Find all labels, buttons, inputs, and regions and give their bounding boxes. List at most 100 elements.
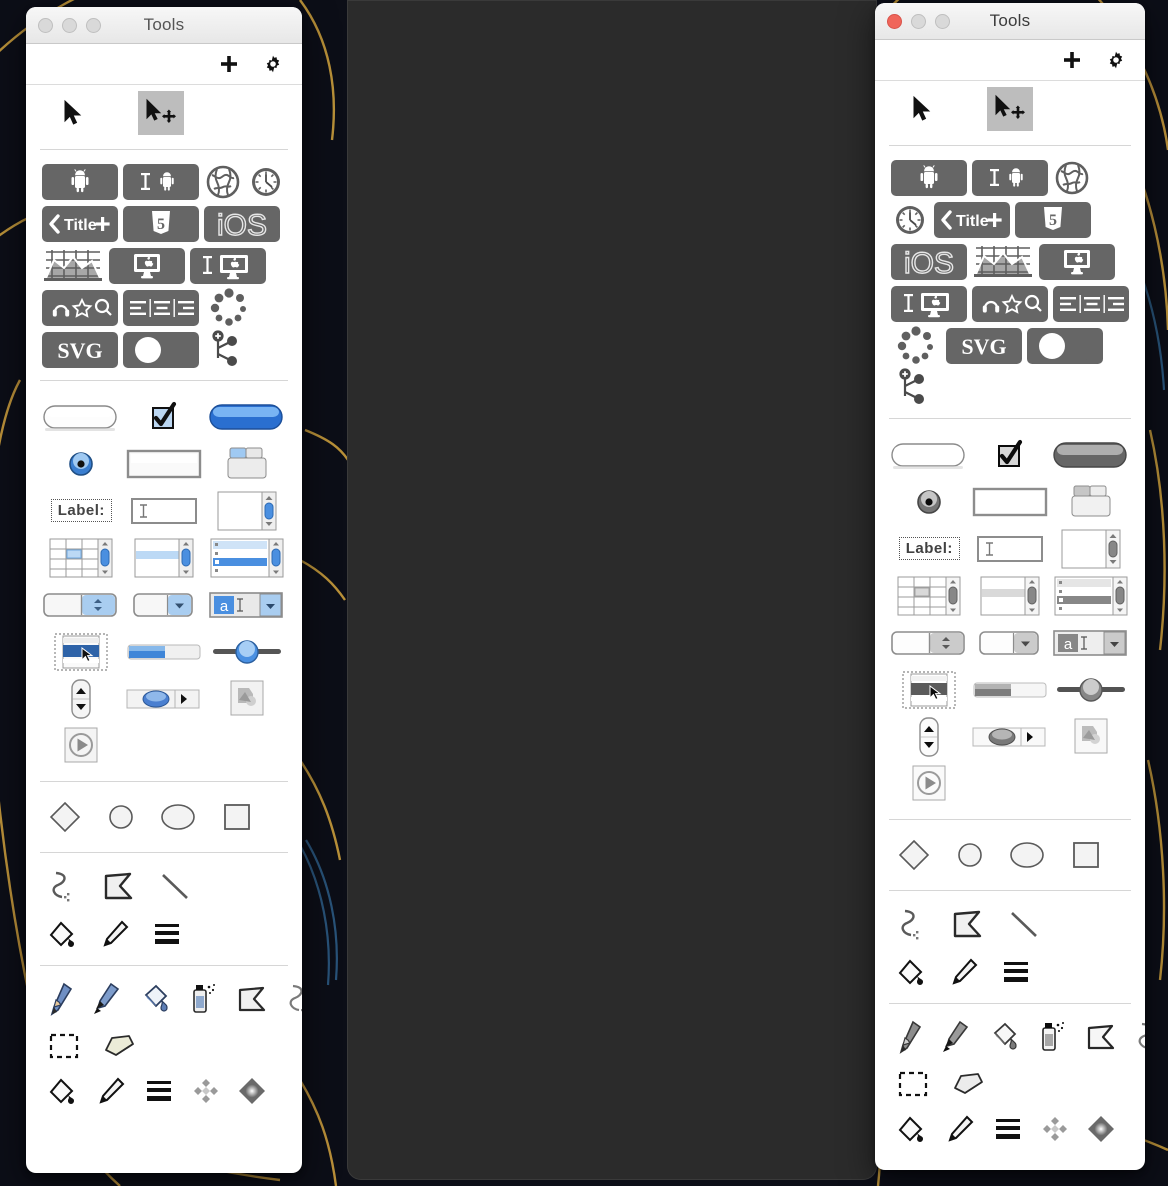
checkbox-widget[interactable] (970, 431, 1051, 478)
push-button-widget[interactable] (40, 393, 123, 440)
bezier-curve-tool[interactable] (897, 907, 927, 941)
fill-color-tool[interactable] (897, 957, 927, 987)
combo-box-widget[interactable]: a (205, 581, 288, 628)
clock-icon[interactable] (891, 202, 929, 238)
table-view-widget[interactable] (889, 572, 970, 619)
default-button-widget[interactable] (1050, 431, 1131, 478)
play-button-widget[interactable] (40, 722, 123, 769)
window-toolbar[interactable] (875, 40, 1145, 81)
svg-icon[interactable]: SVG (42, 332, 118, 368)
bezier-paint-tool[interactable] (1135, 1021, 1145, 1053)
rectangle-shape-tool[interactable] (1071, 840, 1101, 870)
polygon-paint-tool[interactable] (236, 984, 268, 1014)
globe-web-icon[interactable] (204, 164, 242, 200)
tab-view-widget[interactable] (1050, 478, 1131, 525)
titlebar[interactable]: Tools (26, 7, 302, 44)
line-tool[interactable] (1007, 908, 1041, 940)
pencil-tool[interactable] (897, 1020, 923, 1054)
html5-icon[interactable]: 5 (123, 206, 199, 242)
polygon-paint-tool[interactable] (1085, 1022, 1117, 1052)
ios-icon[interactable]: iOS (204, 206, 280, 243)
clock-icon[interactable] (247, 164, 285, 200)
stepper-widget[interactable] (40, 675, 123, 722)
zoom-button[interactable] (86, 17, 101, 33)
close-button[interactable] (887, 13, 902, 29)
list-view-widget[interactable] (123, 534, 206, 581)
paint-bucket-tool[interactable] (138, 983, 170, 1015)
pencil-tool[interactable] (48, 982, 74, 1016)
stroke-color-tool[interactable] (949, 957, 979, 987)
traffic-lights[interactable] (38, 17, 101, 33)
checkbox-widget[interactable] (123, 393, 206, 440)
default-button-widget[interactable] (205, 393, 288, 440)
selection-widget[interactable] (889, 666, 970, 713)
stroke-color-tool[interactable] (945, 1114, 975, 1144)
eraser-tool[interactable] (951, 1070, 987, 1098)
label-widget[interactable]: Label: (40, 487, 123, 534)
window-toolbar[interactable] (26, 44, 302, 85)
group-box-widget[interactable] (970, 478, 1051, 525)
radio-button-widget[interactable] (40, 440, 123, 487)
move-pointer-tool[interactable] (987, 87, 1033, 131)
globe-web-icon[interactable] (1053, 160, 1091, 196)
mac-display-icon[interactable] (109, 248, 185, 284)
traffic-lights[interactable] (887, 13, 950, 29)
marquee-select-tool[interactable] (48, 1032, 80, 1060)
image-well-widget[interactable] (1050, 713, 1131, 760)
mac-display-icon[interactable] (1039, 244, 1115, 280)
ellipse-shape-tool[interactable] (160, 802, 196, 832)
tools-window-right[interactable]: Tools Title 5 iOS SVG Label: a (875, 3, 1145, 1170)
spinner-icon[interactable] (204, 288, 254, 326)
list-view-widget[interactable] (970, 572, 1051, 619)
rectangle-shape-tool[interactable] (222, 802, 252, 832)
chart-icon[interactable] (972, 244, 1034, 280)
text-field-widget[interactable] (123, 487, 206, 534)
toggle-switch-icon[interactable] (1027, 328, 1103, 364)
zoom-button[interactable] (935, 13, 950, 29)
scroll-view-widget[interactable] (205, 487, 288, 534)
circle-shape-tool[interactable] (108, 804, 134, 830)
play-button-widget[interactable] (889, 760, 970, 807)
android-text-field-icon[interactable] (123, 164, 199, 200)
gradient-tool[interactable] (238, 1077, 266, 1105)
progress-bar-widget[interactable] (123, 628, 206, 675)
slider-widget[interactable] (205, 628, 288, 675)
progress-bar-widget[interactable] (970, 666, 1051, 713)
label-widget[interactable]: Label: (889, 525, 970, 572)
slider-widget[interactable] (1050, 666, 1131, 713)
tools-window-left[interactable]: Tools Title 5 iOS SVG Label: a (26, 7, 302, 1173)
selection-widget[interactable] (40, 628, 123, 675)
title-bar-icon[interactable]: Title (42, 206, 118, 242)
stepper-widget[interactable] (889, 713, 970, 760)
arrow-pointer-tool[interactable] (899, 87, 945, 131)
text-field-widget[interactable] (970, 525, 1051, 572)
android-device-icon[interactable] (891, 160, 967, 196)
spray-can-tool[interactable] (188, 982, 218, 1016)
paint-bucket-tool[interactable] (987, 1021, 1019, 1053)
stroke-width-tool[interactable] (993, 1116, 1023, 1142)
scrollbar-widget[interactable] (123, 675, 206, 722)
tab-view-widget[interactable] (205, 440, 288, 487)
marquee-select-tool[interactable] (897, 1070, 929, 1098)
chart-icon[interactable] (42, 248, 104, 284)
paintbrush-tool[interactable] (92, 982, 120, 1016)
scroll-view-widget[interactable] (1050, 525, 1131, 572)
stroke-color-tool[interactable] (100, 919, 130, 949)
android-device-icon[interactable] (42, 164, 118, 200)
fill-color-tool[interactable] (48, 1076, 78, 1106)
circle-shape-tool[interactable] (957, 842, 983, 868)
stroke-width-tool[interactable] (144, 1078, 174, 1104)
arrow-pointer-tool[interactable] (50, 91, 96, 135)
bezier-curve-tool[interactable] (48, 869, 78, 903)
polygon-tool[interactable] (100, 870, 136, 902)
add-button[interactable] (218, 53, 240, 75)
android-text-field-icon[interactable] (972, 160, 1048, 196)
pattern-tool[interactable] (192, 1077, 220, 1105)
minimize-button[interactable] (62, 17, 77, 33)
mac-text-field-icon[interactable] (190, 248, 266, 284)
stepper-field-widget[interactable] (889, 619, 970, 666)
diamond-shape-tool[interactable] (897, 838, 931, 872)
toggle-switch-icon[interactable] (123, 332, 199, 368)
html5-icon[interactable]: 5 (1015, 202, 1091, 238)
polygon-tool[interactable] (949, 908, 985, 940)
